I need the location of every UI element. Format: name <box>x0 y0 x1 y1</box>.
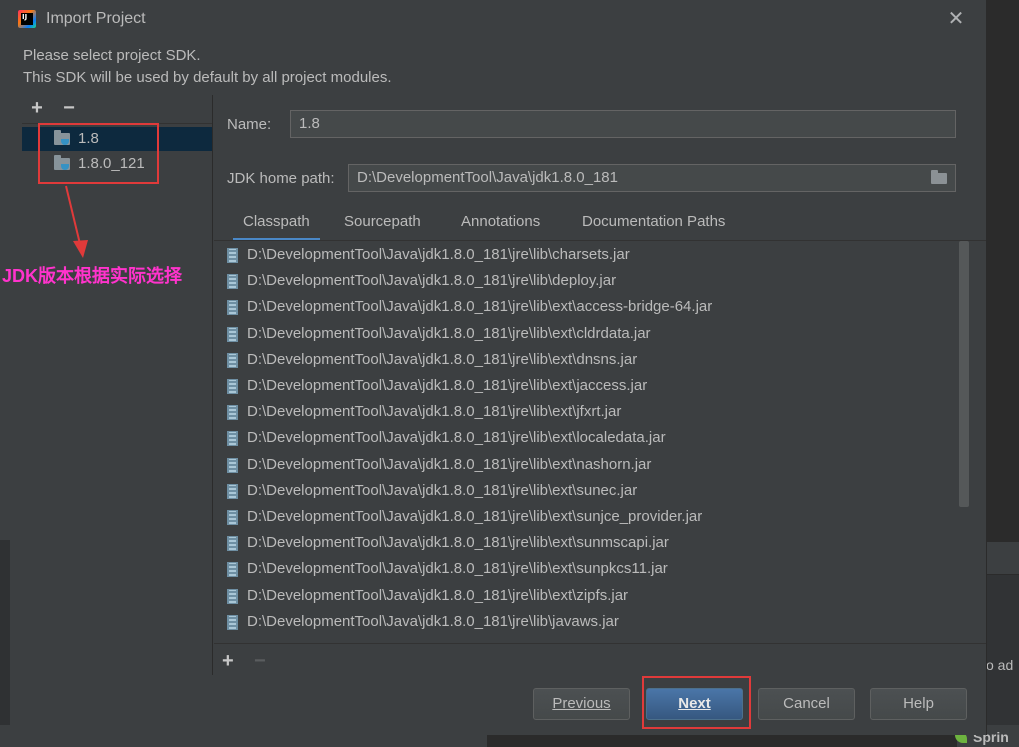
list-item[interactable]: D:\DevelopmentTool\Java\jdk1.8.0_181\jre… <box>214 347 970 373</box>
instruction-line-2: This SDK will be used by default by all … <box>23 69 392 86</box>
remove-path-button: − <box>254 650 266 672</box>
background-ide-right <box>986 0 1019 747</box>
list-item[interactable]: D:\DevelopmentTool\Java\jdk1.8.0_181\jre… <box>214 425 970 451</box>
jar-icon <box>227 536 238 552</box>
instruction-line-1: Please select project SDK. <box>23 47 201 64</box>
cancel-button[interactable]: Cancel <box>758 688 855 720</box>
jdk-home-field[interactable]: D:\DevelopmentTool\Java\jdk1.8.0_181 <box>348 164 956 192</box>
import-project-dialog: IJ Import Project ✕ Please select projec… <box>10 0 987 735</box>
annotation-text: JDK版本根据实际选择 <box>2 266 183 286</box>
classpath-entry: D:\DevelopmentTool\Java\jdk1.8.0_181\jre… <box>247 534 669 552</box>
classpath-scrollbar[interactable] <box>959 241 969 507</box>
intellij-idea-icon: IJ <box>18 10 36 28</box>
jdk-home-label: JDK home path: <box>227 170 335 187</box>
list-item[interactable]: D:\DevelopmentTool\Java\jdk1.8.0_181\jre… <box>214 242 970 268</box>
classpath-entry: D:\DevelopmentTool\Java\jdk1.8.0_181\jre… <box>247 350 638 368</box>
classpath-entry: D:\DevelopmentTool\Java\jdk1.8.0_181\jre… <box>247 481 638 499</box>
scrollbar-track <box>970 241 971 643</box>
previous-label: Previous <box>552 695 611 712</box>
sdk-item-1-8[interactable]: 1.8 <box>22 127 212 151</box>
list-item[interactable]: D:\DevelopmentTool\Java\jdk1.8.0_181\jre… <box>214 268 970 294</box>
name-field[interactable]: 1.8 <box>290 110 956 138</box>
remove-sdk-button[interactable]: − <box>60 98 78 118</box>
classpath-entry: D:\DevelopmentTool\Java\jdk1.8.0_181\jre… <box>247 403 622 421</box>
classpath-entry: D:\DevelopmentTool\Java\jdk1.8.0_181\jre… <box>247 272 617 290</box>
tab-documentation-paths[interactable]: Documentation Paths <box>582 213 725 239</box>
list-item[interactable]: D:\DevelopmentTool\Java\jdk1.8.0_181\jre… <box>214 556 970 582</box>
sdk-item-label: 1.8 <box>78 130 99 147</box>
list-item[interactable]: D:\DevelopmentTool\Java\jdk1.8.0_181\jre… <box>214 294 970 320</box>
classpath-entry: D:\DevelopmentTool\Java\jdk1.8.0_181\jre… <box>247 429 666 447</box>
tab-classpath[interactable]: Classpath <box>233 213 320 241</box>
next-button[interactable]: Next <box>646 688 743 720</box>
classpath-entry: D:\DevelopmentTool\Java\jdk1.8.0_181\jre… <box>247 298 713 316</box>
list-item[interactable]: D:\DevelopmentTool\Java\jdk1.8.0_181\jre… <box>214 583 970 609</box>
list-item[interactable]: D:\DevelopmentTool\Java\jdk1.8.0_181\jre… <box>214 399 970 425</box>
classpath-entry: D:\DevelopmentTool\Java\jdk1.8.0_181\jre… <box>247 508 703 525</box>
jdk-folder-icon <box>54 155 70 170</box>
classpath-entry: D:\DevelopmentTool\Java\jdk1.8.0_181\jre… <box>247 455 652 473</box>
background-panel <box>986 575 1019 725</box>
list-item[interactable]: D:\DevelopmentTool\Java\jdk1.8.0_181\jre… <box>214 321 970 347</box>
list-item[interactable]: D:\DevelopmentTool\Java\jdk1.8.0_181\jre… <box>214 609 970 635</box>
previous-button[interactable]: Previous <box>533 688 630 720</box>
jar-icon <box>227 274 238 290</box>
dialog-titlebar: IJ Import Project ✕ <box>10 0 986 38</box>
add-sdk-button[interactable]: + <box>28 98 46 118</box>
classpath-entry: D:\DevelopmentTool\Java\jdk1.8.0_181\jre… <box>247 586 629 604</box>
classpath-entry: D:\DevelopmentTool\Java\jdk1.8.0_181\jre… <box>247 560 668 578</box>
jar-icon <box>227 352 238 368</box>
jar-icon <box>227 300 238 316</box>
jar-icon <box>227 326 238 342</box>
sdk-item-label: 1.8.0_121 <box>78 155 145 172</box>
folder-open-icon[interactable] <box>931 170 947 184</box>
help-button[interactable]: Help <box>870 688 967 720</box>
jdk-folder-icon <box>54 130 70 145</box>
sdk-list: 1.8 1.8.0_121 <box>22 123 212 676</box>
classpath-entry: D:\DevelopmentTool\Java\jdk1.8.0_181\jre… <box>247 246 630 263</box>
jar-icon <box>227 248 238 263</box>
panel-divider <box>212 95 213 675</box>
close-icon[interactable]: ✕ <box>945 8 967 30</box>
classpath-toolbar: + − <box>214 643 986 676</box>
list-item[interactable]: D:\DevelopmentTool\Java\jdk1.8.0_181\jre… <box>214 478 970 504</box>
list-item[interactable]: D:\DevelopmentTool\Java\jdk1.8.0_181\jre… <box>214 373 970 399</box>
tab-sourcepath[interactable]: Sourcepath <box>344 213 421 239</box>
list-item[interactable]: D:\DevelopmentTool\Java\jdk1.8.0_181\jre… <box>214 452 970 478</box>
jdk-home-value: D:\DevelopmentTool\Java\jdk1.8.0_181 <box>357 169 618 186</box>
jar-icon <box>227 483 238 499</box>
classpath-list: D:\DevelopmentTool\Java\jdk1.8.0_181\jre… <box>214 241 970 643</box>
jar-icon <box>227 405 238 421</box>
tab-annotations[interactable]: Annotations <box>461 213 540 239</box>
add-path-button[interactable]: + <box>222 650 234 673</box>
jar-icon <box>227 614 238 630</box>
jar-icon <box>227 510 238 525</box>
background-partial-text: o ad <box>986 657 1014 673</box>
list-item[interactable]: D:\DevelopmentTool\Java\jdk1.8.0_181\jre… <box>214 530 970 556</box>
jar-icon <box>227 457 238 473</box>
background-ide-left <box>0 540 10 725</box>
classpath-entry: D:\DevelopmentTool\Java\jdk1.8.0_181\jre… <box>247 324 651 342</box>
name-label: Name: <box>227 116 272 133</box>
jar-icon <box>227 562 238 578</box>
classpath-entry: D:\DevelopmentTool\Java\jdk1.8.0_181\jre… <box>247 377 648 394</box>
dialog-title: Import Project <box>46 10 146 27</box>
list-item[interactable]: D:\DevelopmentTool\Java\jdk1.8.0_181\jre… <box>214 504 970 530</box>
jar-icon <box>227 588 238 604</box>
next-label: Next <box>678 695 711 712</box>
classpath-entry: D:\DevelopmentTool\Java\jdk1.8.0_181\jre… <box>247 612 619 630</box>
jar-icon <box>227 379 238 394</box>
background-strip <box>986 542 1019 574</box>
sdk-item-1-8-0-121[interactable]: 1.8.0_121 <box>22 152 212 176</box>
jar-icon <box>227 431 238 447</box>
